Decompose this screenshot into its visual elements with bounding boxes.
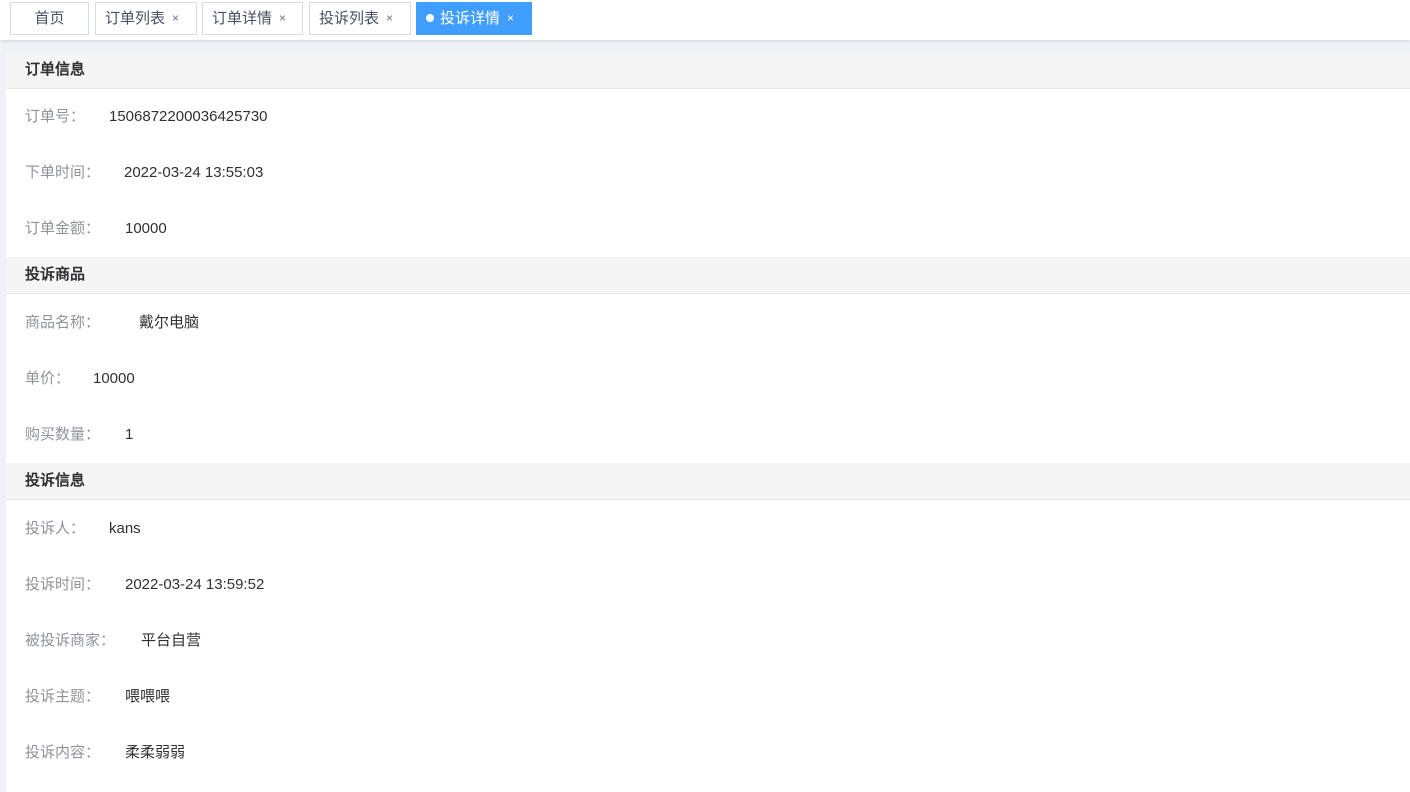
field-value: 2022-03-24 13:59:52 — [125, 576, 265, 593]
tab-order-detail-label: 订单详情 — [212, 10, 273, 27]
field-order-number: 订单号： 1506872200036425730 — [25, 105, 268, 129]
tab-order-list[interactable]: 订单列表 × — [95, 2, 197, 35]
tab-home[interactable]: 首页 — [10, 2, 89, 35]
field-order-amount: 订单金额： 10000 — [25, 217, 167, 241]
tab-complaint-detail-label: 投诉详情 — [440, 10, 501, 27]
field-label: 投诉时间： — [25, 576, 101, 593]
section-header-order-info: 订单信息 — [6, 52, 1410, 89]
tab-order-detail[interactable]: 订单详情 × — [202, 2, 303, 35]
field-label: 单价： — [25, 370, 71, 387]
field-label: 投诉人： — [25, 520, 86, 537]
field-complaint-content: 投诉内容： 柔柔弱弱 — [25, 741, 185, 765]
field-complaint-time: 投诉时间： 2022-03-24 13:59:52 — [25, 573, 264, 597]
detail-panel: 订单信息 订单号： 1506872200036425730 下单时间： 2022-0… — [6, 52, 1410, 792]
tags-view-bar: 首页 订单列表 × 订单详情 × 投诉列表 × 投诉详情 × — [0, 0, 1410, 40]
field-label: 订单金额： — [25, 220, 101, 237]
field-value: 1506872200036425730 — [109, 108, 268, 125]
field-value: 10000 — [93, 370, 135, 387]
tab-complaint-list[interactable]: 投诉列表 × — [309, 2, 411, 35]
field-value: 柔柔弱弱 — [125, 744, 186, 761]
field-order-time: 下单时间： 2022-03-24 13:55:03 — [25, 161, 263, 185]
field-complainant: 投诉人： kans — [25, 517, 141, 541]
field-product-name: 商品名称： 戴尔电脑 — [25, 311, 199, 335]
field-value: 戴尔电脑 — [139, 314, 200, 331]
field-value: 2022-03-24 13:55:03 — [124, 164, 264, 181]
close-icon[interactable]: × — [507, 3, 514, 34]
field-complaint-subject: 投诉主题： 喂喂喂 — [25, 685, 170, 709]
field-quantity: 购买数量： 1 — [25, 423, 133, 447]
field-value: 10000 — [125, 220, 167, 237]
section-header-product-info: 投诉商品 — [6, 257, 1410, 294]
section-header-complaint-info: 投诉信息 — [6, 463, 1410, 500]
field-unit-price: 单价： 10000 — [25, 367, 135, 391]
close-icon[interactable]: × — [386, 3, 393, 34]
field-label: 购买数量： — [25, 426, 101, 443]
tab-complaint-detail[interactable]: 投诉详情 × — [416, 2, 532, 35]
field-value: kans — [109, 520, 141, 537]
field-merchant: 被投诉商家： 平台自营 — [25, 629, 201, 653]
field-label: 下单时间： — [25, 164, 101, 181]
tab-home-label: 首页 — [34, 10, 65, 27]
field-value: 平台自营 — [141, 632, 202, 649]
field-label: 订单号： — [25, 108, 86, 125]
field-label: 被投诉商家： — [25, 632, 116, 649]
field-label: 投诉内容： — [25, 744, 101, 761]
tab-order-list-label: 订单列表 — [105, 10, 166, 27]
field-label: 投诉主题： — [25, 688, 101, 705]
field-value: 喂喂喂 — [125, 688, 171, 705]
active-dot-icon — [426, 14, 434, 23]
close-icon[interactable]: × — [279, 3, 286, 34]
close-icon[interactable]: × — [172, 3, 179, 34]
tab-complaint-list-label: 投诉列表 — [319, 10, 380, 27]
field-label: 商品名称： — [25, 314, 101, 331]
field-value: 1 — [125, 426, 134, 443]
